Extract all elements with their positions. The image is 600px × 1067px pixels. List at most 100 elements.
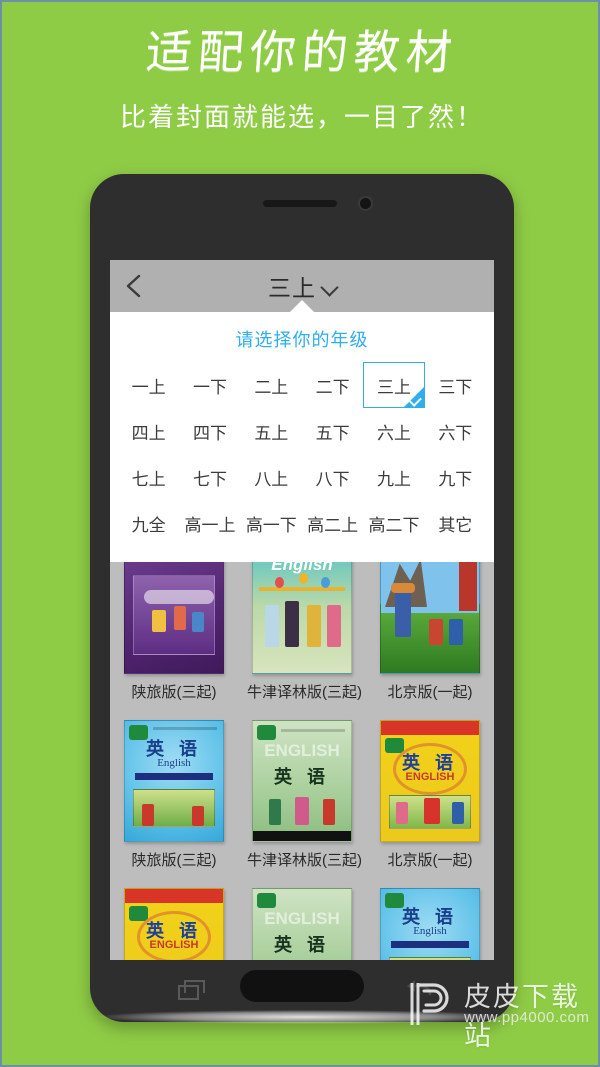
- grade-option[interactable]: 七上: [118, 454, 179, 500]
- cover-art: [459, 555, 477, 611]
- list-item[interactable]: 英 语 English 陕旅版(三起): [119, 720, 229, 870]
- book-row: 陕旅版(三起) English 牛津译林版(三起) 北京版(一起): [110, 544, 494, 702]
- cover-subtitle: ENGLISH: [264, 909, 340, 928]
- book-label: 北京版(一起): [387, 684, 473, 701]
- cover-subtitle: ENGLISH: [405, 771, 455, 783]
- grade-label: 六下: [438, 423, 473, 443]
- grade-option[interactable]: 高二上: [302, 500, 363, 546]
- cover-title: 英 语: [273, 935, 330, 955]
- grade-label: 六上: [376, 423, 411, 443]
- book-label: 陕旅版(三起): [131, 684, 217, 701]
- grade-label: 四下: [192, 423, 227, 443]
- cover-band: [253, 831, 351, 841]
- grade-option[interactable]: 八上: [241, 454, 302, 500]
- grade-label: 高二上: [307, 515, 359, 535]
- grade-option-selected[interactable]: 三上: [363, 362, 425, 408]
- cover-band: [125, 889, 223, 903]
- cover-art: [389, 795, 471, 829]
- recent-apps-icon[interactable]: [178, 980, 205, 1000]
- cover-band: [381, 721, 479, 735]
- grade-label: 五下: [315, 423, 350, 443]
- book-cover: [124, 552, 224, 674]
- grade-option[interactable]: 高二下: [363, 500, 424, 546]
- grade-option[interactable]: 五下: [302, 408, 363, 454]
- grade-option[interactable]: 九下: [425, 454, 486, 500]
- grade-option[interactable]: 二下: [302, 362, 363, 408]
- book-cover: ENGLISH 英 语: [252, 720, 352, 842]
- cover-band: [153, 727, 217, 730]
- grade-option[interactable]: 其它: [425, 500, 486, 546]
- book-label: 牛津译林版(三起): [247, 852, 362, 869]
- grade-option[interactable]: 九全: [118, 500, 179, 546]
- grade-option[interactable]: 六上: [363, 408, 424, 454]
- cover-subtitle: English: [413, 925, 447, 937]
- grade-label: 九上: [376, 469, 411, 489]
- list-item[interactable]: ENGLISH 英 语: [247, 888, 357, 960]
- watermark-url: www.pp4000.com: [464, 1009, 590, 1026]
- list-item[interactable]: ENGLISH 英 语 牛津译林版(三起): [247, 720, 362, 870]
- grade-label: 高一上: [184, 515, 236, 535]
- cover-art: [261, 791, 343, 827]
- grade-label: 其它: [438, 515, 473, 535]
- grade-option[interactable]: 五上: [241, 408, 302, 454]
- grade-option[interactable]: 七下: [179, 454, 240, 500]
- grade-option[interactable]: 三下: [425, 362, 486, 408]
- grade-option[interactable]: 一上: [118, 362, 179, 408]
- grade-label: 四上: [131, 423, 166, 443]
- grade-option[interactable]: 四上: [118, 408, 179, 454]
- cover-publisher: [381, 833, 479, 838]
- book-cover: 英 语 English: [380, 888, 480, 960]
- phone-speaker: [263, 200, 337, 207]
- home-button[interactable]: [240, 970, 364, 1002]
- grade-option[interactable]: 高一下: [241, 500, 302, 546]
- book-cover: 英 语 ENGLISH: [124, 888, 224, 960]
- list-item[interactable]: 英 语 ENGLISH 北京版(一起): [375, 720, 485, 870]
- grade-label: 八下: [315, 469, 350, 489]
- grade-label: 九全: [131, 515, 166, 535]
- book-row: 英 语 English 陕旅版(三起) ENGLISH 英 语 牛津译林版(三起…: [110, 702, 494, 870]
- grade-option[interactable]: 二上: [241, 362, 302, 408]
- chevron-down-icon: [320, 278, 339, 297]
- list-item[interactable]: English 牛津译林版(三起): [247, 552, 362, 702]
- grade-label: 七上: [131, 469, 166, 489]
- page-title: 适配你的教材: [144, 25, 460, 79]
- nav-title-label: 三上: [268, 275, 316, 301]
- book-cover: [380, 552, 480, 674]
- grade-label: 二下: [315, 377, 350, 397]
- cover-subtitle: ENGLISH: [149, 939, 199, 951]
- grade-option[interactable]: 一下: [179, 362, 240, 408]
- book-cover: 英 语 English: [124, 720, 224, 842]
- grade-picker-heading: 请选择你的年级: [235, 330, 369, 350]
- grade-option[interactable]: 六下: [425, 408, 486, 454]
- list-item[interactable]: 北京版(一起): [375, 552, 485, 702]
- grade-option[interactable]: 八下: [302, 454, 363, 500]
- watermark: 皮皮下载站 www.pp4000.com: [402, 973, 589, 1051]
- cover-band: [391, 941, 469, 948]
- cover-publisher: [125, 833, 223, 838]
- phone-screen: 陕旅版(三起) English 牛津译林版(三起) 北京版(一起) 英 语 En…: [110, 260, 494, 960]
- cover-art: [133, 789, 215, 827]
- list-item[interactable]: 英 语 ENGLISH: [119, 888, 229, 960]
- grade-option[interactable]: 四下: [179, 408, 240, 454]
- cover-publisher: [125, 665, 223, 670]
- cover-title: 英 语: [273, 767, 330, 787]
- book-label: 北京版(一起): [387, 852, 473, 869]
- cover-badge: [257, 725, 276, 740]
- grade-label: 高二下: [368, 515, 420, 535]
- list-item[interactable]: 陕旅版(三起): [119, 552, 229, 702]
- grade-label: 一上: [131, 377, 166, 397]
- cover-publisher: [253, 665, 351, 670]
- cover-subtitle: ENGLISH: [264, 741, 340, 760]
- phone-camera-icon: [360, 198, 371, 209]
- grade-label: 五上: [254, 423, 289, 443]
- book-cover: English: [252, 552, 352, 674]
- grade-picker-popup: 请选择你的年级 一上 一下 二上 二下 三上 三下 四上 四下 五上 五下 六上…: [110, 300, 494, 562]
- list-item[interactable]: 英 语 English: [375, 888, 485, 960]
- book-cover: ENGLISH 英 语: [252, 888, 352, 960]
- grade-label: 三下: [438, 377, 473, 397]
- book-row: 英 语 ENGLISH ENGLISH 英 语 英 语 English: [110, 870, 494, 960]
- page-subtitle: 比着封面就能选，一目了然！: [119, 102, 484, 132]
- grade-label: 七下: [192, 469, 227, 489]
- grade-option[interactable]: 高一上: [179, 500, 240, 546]
- grade-option[interactable]: 九上: [363, 454, 424, 500]
